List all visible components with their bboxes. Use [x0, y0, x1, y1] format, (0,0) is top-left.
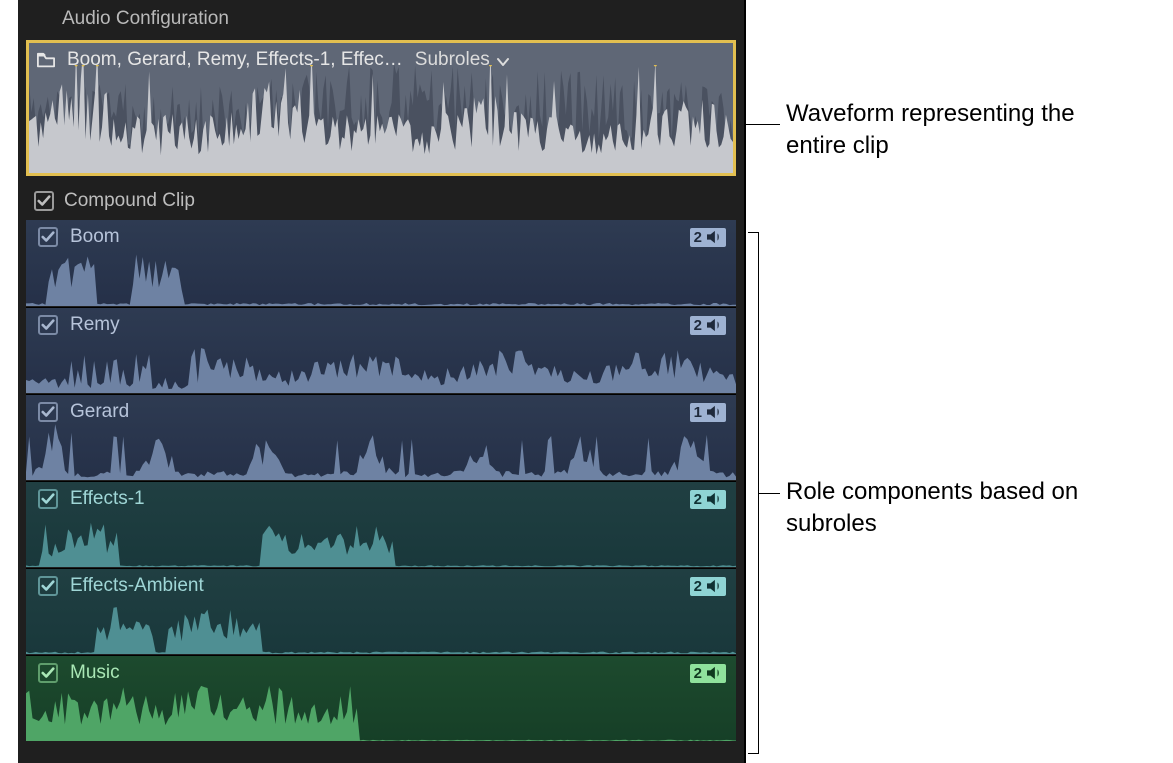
track-label: Gerard	[70, 401, 129, 423]
speaker-icon	[706, 579, 722, 593]
subroles-dropdown-label: Subroles	[415, 49, 490, 71]
track-label: Boom	[70, 226, 120, 248]
checkmark-icon	[41, 405, 55, 419]
track-enable-checkbox[interactable]	[38, 315, 58, 335]
channel-count-badge[interactable]: 2	[690, 316, 726, 335]
channel-count-badge[interactable]: 2	[690, 664, 726, 683]
compound-clip-icon	[37, 52, 55, 68]
track-label: Music	[70, 662, 120, 684]
track-row-boom[interactable]: Boom 2	[26, 220, 736, 306]
track-enable-checkbox[interactable]	[38, 227, 58, 247]
checkmark-icon	[41, 318, 55, 332]
track-label: Effects-Ambient	[70, 575, 204, 597]
speaker-icon	[706, 230, 722, 244]
tracks-list: Boom 2 Remy 2	[18, 220, 744, 763]
callout-leader-line	[758, 493, 780, 494]
track-row-effects-ambient[interactable]: Effects-Ambient 2	[26, 568, 736, 654]
compound-clip-row: Compound Clip	[18, 182, 744, 220]
panel-title: Audio Configuration	[18, 0, 744, 36]
audio-configuration-panel: Audio Configuration Boom, Gerard, Remy, …	[18, 0, 746, 763]
speaker-icon	[706, 405, 722, 419]
clip-summary[interactable]: Boom, Gerard, Remy, Effects-1, Effec… Su…	[26, 40, 736, 176]
track-row-remy[interactable]: Remy 2	[26, 307, 736, 393]
callout-leader-line	[746, 124, 780, 125]
checkmark-icon	[41, 230, 55, 244]
track-row-effects-1[interactable]: Effects-1 2	[26, 481, 736, 567]
compound-clip-checkbox[interactable]	[34, 191, 54, 211]
channel-count-badge[interactable]: 2	[690, 577, 726, 596]
channel-count-badge[interactable]: 2	[690, 228, 726, 247]
channel-count-number: 2	[694, 229, 702, 246]
channel-count-number: 2	[694, 578, 702, 595]
checkmark-icon	[41, 579, 55, 593]
annotations: Waveform representing the entire clip Ro…	[756, 0, 1156, 763]
subroles-dropdown[interactable]: Subroles	[415, 49, 510, 71]
clip-waveform	[29, 65, 733, 173]
channel-count-number: 1	[694, 404, 702, 421]
track-row-music[interactable]: Music 2	[26, 655, 736, 741]
channel-count-badge[interactable]: 2	[690, 490, 726, 509]
compound-clip-label: Compound Clip	[64, 190, 195, 212]
track-enable-checkbox[interactable]	[38, 576, 58, 596]
callout-roles: Role components based on subroles	[786, 476, 1116, 541]
callout-waveform: Waveform representing the entire clip	[786, 98, 1116, 163]
channel-count-number: 2	[694, 665, 702, 682]
track-enable-checkbox[interactable]	[38, 663, 58, 683]
speaker-icon	[706, 666, 722, 680]
checkmark-icon	[41, 492, 55, 506]
track-enable-checkbox[interactable]	[38, 489, 58, 509]
channel-count-badge[interactable]: 1	[690, 403, 726, 422]
speaker-icon	[706, 492, 722, 506]
track-label: Effects-1	[70, 488, 145, 510]
track-row-gerard[interactable]: Gerard 1	[26, 394, 736, 480]
speaker-icon	[706, 318, 722, 332]
chevron-down-icon	[496, 53, 510, 67]
checkmark-icon	[37, 194, 51, 208]
track-enable-checkbox[interactable]	[38, 402, 58, 422]
clip-title: Boom, Gerard, Remy, Effects-1, Effec…	[67, 49, 403, 71]
checkmark-icon	[41, 666, 55, 680]
channel-count-number: 2	[694, 317, 702, 334]
track-label: Remy	[70, 314, 120, 336]
channel-count-number: 2	[694, 491, 702, 508]
